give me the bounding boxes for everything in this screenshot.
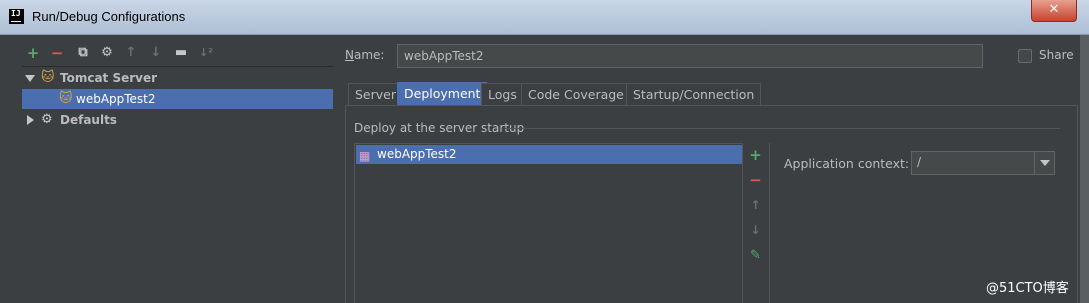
tomcat-icon: 🐱 (59, 91, 73, 106)
divider (769, 143, 770, 303)
window-edge (1080, 35, 1089, 303)
wrench-icon[interactable]: ⚙ (98, 44, 116, 62)
list-item[interactable]: ▦ webAppTest2 (356, 145, 742, 164)
tree-item-webapptest2[interactable]: 🐱 webAppTest2 (22, 89, 333, 109)
wrench-icon: ⚙ (41, 112, 53, 127)
configuration-tree: 🐱 Tomcat Server 🐱 webAppTest2 ⚙ Defaults (22, 66, 333, 303)
move-up-icon[interactable]: ↑ (747, 197, 764, 214)
name-input[interactable] (397, 44, 983, 68)
expand-arrow-icon[interactable] (25, 75, 35, 82)
remove-icon[interactable]: − (48, 44, 66, 62)
tab-deployment[interactable]: Deployment (397, 82, 488, 105)
collapse-arrow-icon[interactable] (27, 115, 34, 125)
tab-logs[interactable]: Logs (481, 83, 524, 105)
intellij-app-icon: IJ (9, 9, 24, 24)
share-checkbox[interactable] (1018, 49, 1032, 63)
application-context-value: / (917, 155, 922, 169)
divider (505, 128, 1060, 129)
tree-item-defaults[interactable]: ⚙ Defaults (22, 110, 333, 130)
add-icon[interactable]: + (24, 44, 42, 62)
move-up-icon[interactable]: ↑ (122, 44, 140, 62)
move-down-icon[interactable]: ↓ (147, 44, 165, 62)
artifact-icon: ▦ (359, 149, 371, 163)
close-button[interactable]: ✕ (1031, 0, 1077, 22)
title-bar: IJ Run/Debug Configurations ✕ (0, 0, 1089, 35)
list-item-label: webAppTest2 (377, 147, 457, 161)
tomcat-icon: 🐱 (41, 70, 55, 85)
application-context-label: Application context: (784, 156, 910, 171)
tree-item-label: Tomcat Server (60, 71, 158, 85)
config-toolbar: + − ⧉ ⚙ ↑ ↓ ▬ ↓² (22, 42, 342, 64)
sort-icon[interactable]: ↓² (197, 44, 215, 62)
deploy-caption: Deploy at the server startup (354, 121, 525, 135)
config-tabs: Server Deployment Logs Code Coverage Sta… (348, 82, 1068, 105)
watermark: @51CTO博客 (986, 281, 1069, 296)
share-label[interactable]: Share (1039, 48, 1074, 62)
folder-icon[interactable]: ▬ (172, 44, 190, 62)
tab-startup-connection[interactable]: Startup/Connection (626, 83, 762, 105)
add-artifact-icon[interactable]: + (747, 147, 764, 164)
name-label: Name: (345, 48, 385, 62)
copy-icon[interactable]: ⧉ (74, 44, 92, 62)
tree-item-label: Defaults (60, 113, 117, 127)
remove-artifact-icon[interactable]: − (747, 172, 764, 189)
window-title: Run/Debug Configurations (32, 9, 186, 24)
chevron-down-icon[interactable] (1034, 152, 1054, 174)
deployment-list[interactable]: ▦ webAppTest2 (354, 143, 743, 303)
application-context-combobox[interactable]: / (911, 151, 1055, 175)
tab-server[interactable]: Server (348, 83, 403, 105)
tree-item-tomcat-server[interactable]: 🐱 Tomcat Server (22, 68, 333, 88)
tree-item-label: webAppTest2 (76, 92, 156, 106)
move-down-icon[interactable]: ↓ (747, 222, 764, 239)
tab-code-coverage[interactable]: Code Coverage (521, 83, 631, 105)
edit-pencil-icon[interactable]: ✎ (747, 247, 764, 264)
